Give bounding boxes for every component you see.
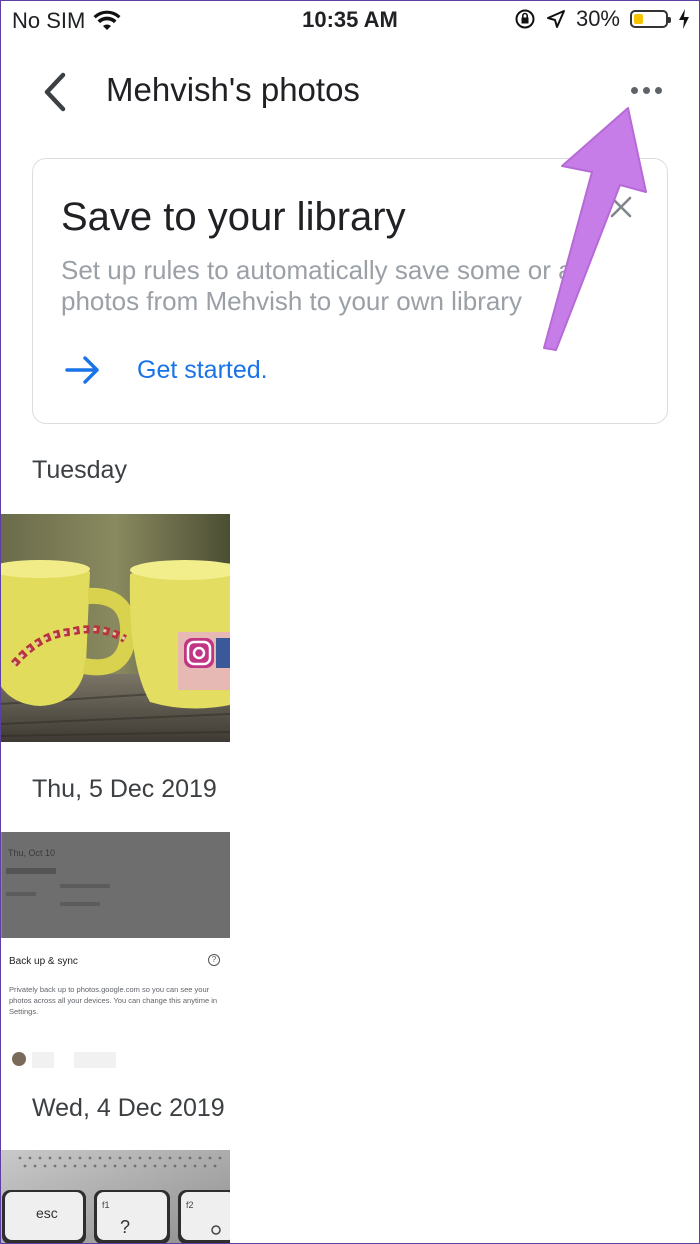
svg-text:f2: f2 xyxy=(186,1200,194,1210)
orientation-lock-icon xyxy=(515,9,535,29)
screenshot-bar xyxy=(60,902,100,906)
svg-text:f1: f1 xyxy=(102,1200,110,1210)
screenshot-dim-area: Thu, Oct 10 xyxy=(0,832,230,938)
screenshot-chip xyxy=(74,1052,116,1068)
battery-fill xyxy=(634,14,643,24)
photo-thumbnail-cups[interactable] xyxy=(0,514,230,742)
key-esc-label: esc xyxy=(36,1205,58,1221)
help-icon: ? xyxy=(208,954,220,966)
screenshot-bar xyxy=(60,884,110,888)
screenshot-top-text: Thu, Oct 10 xyxy=(8,848,56,858)
save-to-library-card: Save to your library Set up rules to aut… xyxy=(32,158,668,424)
battery-percent: 30% xyxy=(575,6,620,31)
location-icon xyxy=(546,10,565,28)
cups-photo-image xyxy=(0,514,230,742)
photo-thumbnail-screenshot[interactable]: Thu, Oct 10 Back up & sync ? Privately b… xyxy=(0,832,230,1068)
card-title: Save to your library xyxy=(61,195,406,239)
app-header: Mehvish's photos xyxy=(0,50,700,130)
close-icon[interactable] xyxy=(603,189,639,225)
photo-thumbnail-keyboard[interactable]: esc ? f1 f2 xyxy=(0,1150,230,1244)
keyboard-photo-image: esc ? f1 f2 xyxy=(0,1150,230,1244)
screenshot-bar xyxy=(6,868,56,874)
back-button[interactable] xyxy=(30,68,78,116)
page-title: Mehvish's photos xyxy=(106,71,360,108)
screenshot-chip xyxy=(32,1052,54,1068)
more-horizontal-icon xyxy=(630,86,638,94)
avatar xyxy=(12,1052,26,1066)
arrow-right-icon xyxy=(65,356,99,384)
screenshot-dialog-title: Back up & sync xyxy=(9,956,78,967)
status-right: 30% xyxy=(514,6,690,32)
key-question-label: ? xyxy=(120,1217,130,1237)
section-date-label: Wed, 4 Dec 2019 xyxy=(32,1094,225,1122)
get-started-label: Get started. xyxy=(137,355,268,384)
screenshot-bar xyxy=(6,892,36,896)
screenshot-footer xyxy=(0,1042,230,1068)
more-options-button[interactable] xyxy=(618,74,674,106)
battery-icon xyxy=(630,10,671,28)
chevron-left-icon xyxy=(44,72,66,112)
section-date-label: Thu, 5 Dec 2019 xyxy=(32,775,217,803)
more-dot xyxy=(642,86,650,94)
more-dot xyxy=(654,86,662,94)
screenshot-dialog: Back up & sync ? Privately back up to ph… xyxy=(0,938,230,1042)
get-started-button[interactable]: Get started. xyxy=(65,355,268,385)
status-bar: No SIM 10:35 AM 30% xyxy=(0,0,700,40)
screenshot-dialog-body: Privately back up to photos.google.com s… xyxy=(9,985,218,1016)
section-date-label: Tuesday xyxy=(32,456,127,484)
screenshot-edge xyxy=(0,832,2,938)
charging-icon xyxy=(679,9,689,29)
card-description: Set up rules to automatically save some … xyxy=(61,255,585,316)
